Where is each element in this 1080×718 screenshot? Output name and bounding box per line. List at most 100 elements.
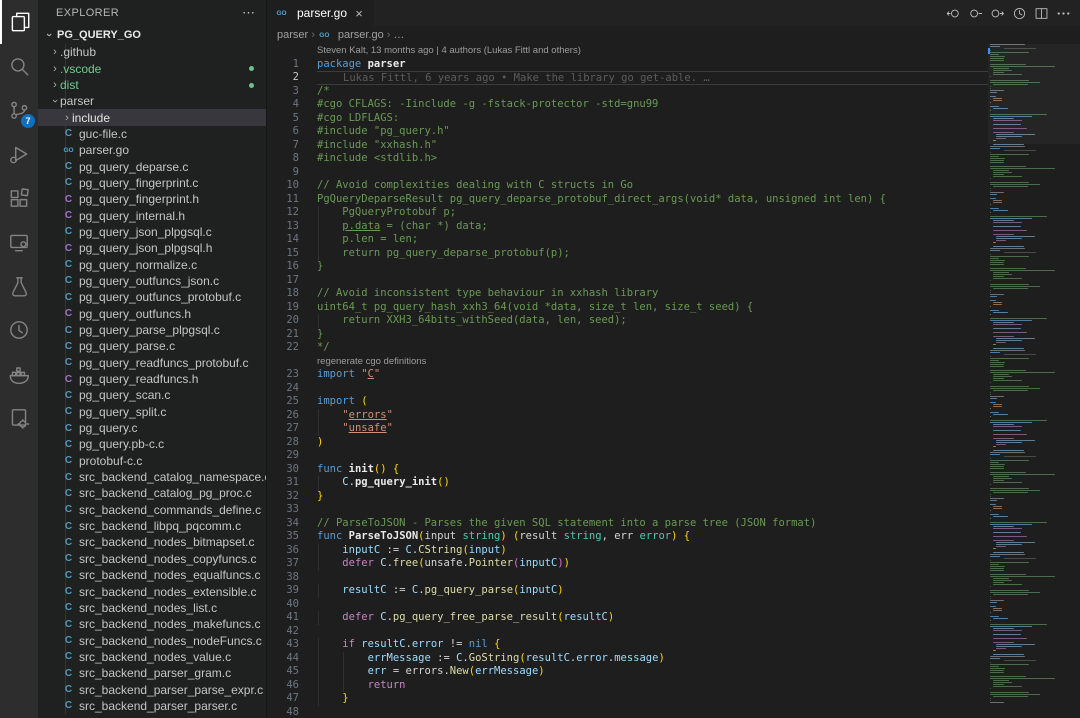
tree-file-src-backend-nodes-copyfuncs-c[interactable]: Csrc_backend_nodes_copyfuncs.c (38, 551, 266, 567)
gitlens-changes[interactable] (966, 4, 984, 22)
tree-file-src-backend-nodes-equalfuncs-c[interactable]: Csrc_backend_nodes_equalfuncs.c (38, 567, 266, 583)
code-line-20[interactable]: 20 return XXH3_64bits_withSeed(data, len… (267, 314, 988, 328)
tree-file-pg-query-json-plpgsql-c[interactable]: Cpg_query_json_plpgsql.c (38, 224, 266, 240)
code-line-46[interactable]: 46 return (267, 679, 988, 693)
code-line-23[interactable]: 23import "C" (267, 368, 988, 382)
code-line-12[interactable]: 12 PgQueryProtobuf p; (267, 206, 988, 220)
code-line-22[interactable]: 22*/ (267, 341, 988, 355)
tree-file-pg-query-readfuncs-protobuf-c[interactable]: Cpg_query_readfuncs_protobuf.c (38, 355, 266, 371)
code-line-42[interactable]: 42 (267, 625, 988, 639)
code-line-16[interactable]: 16} (267, 260, 988, 274)
tree-file-pg-query-fingerprint-c[interactable]: Cpg_query_fingerprint.c (38, 175, 266, 191)
breadcrumb-item-parser-go[interactable]: GOparser.go (318, 29, 384, 41)
tree-file-pg-query-internal-h[interactable]: Cpg_query_internal.h (38, 207, 266, 223)
activity-gitlens-icon[interactable] (0, 308, 38, 352)
activity-run-debug-icon[interactable] (0, 132, 38, 176)
code-line-33[interactable]: 33 (267, 503, 988, 517)
tree-file-src-backend-commands-define-c[interactable]: Csrc_backend_commands_define.c (38, 502, 266, 518)
code-line-13[interactable]: 13 p.data = (char *) data; (267, 220, 988, 234)
tree-file-pg-query-scan-c[interactable]: Cpg_query_scan.c (38, 387, 266, 403)
tree-file-protobuf-c-c[interactable]: Cprotobuf-c.c (38, 453, 266, 469)
tree-file-src-backend-nodes-makefuncs-c[interactable]: Csrc_backend_nodes_makefuncs.c (38, 616, 266, 632)
tree-file-src-backend-parser-parse-expr-c[interactable]: Csrc_backend_parser_parse_expr.c (38, 681, 266, 697)
tree-file-pg-query-outfuncs-json-c[interactable]: Cpg_query_outfuncs_json.c (38, 273, 266, 289)
code-line-29[interactable]: 29 (267, 449, 988, 463)
tree-folder-include[interactable]: ›include (38, 109, 266, 125)
code-line-15[interactable]: 15 return pg_query_deparse_protobuf(p); (267, 247, 988, 261)
activity-search-icon[interactable] (0, 44, 38, 88)
tree-root-pg-query-go[interactable]: › PG_QUERY_GO (38, 26, 266, 44)
tree-file-src-backend-nodes-nodefuncs-c[interactable]: Csrc_backend_nodes_nodeFuncs.c (38, 632, 266, 648)
tree-file-pg-query-pb-c-c[interactable]: Cpg_query.pb-c.c (38, 436, 266, 452)
code-line-36[interactable]: 36 inputC := C.CString(input) (267, 544, 988, 558)
code-line-21[interactable]: 21} (267, 328, 988, 342)
tree-file-pg-query-json-plpgsql-h[interactable]: Cpg_query_json_plpgsql.h (38, 240, 266, 256)
tree-file-pg-query-split-c[interactable]: Cpg_query_split.c (38, 404, 266, 420)
activity-explorer-icon[interactable] (0, 0, 38, 44)
code-line-4[interactable]: 4#cgo CFLAGS: -Iinclude -g -fstack-prote… (267, 98, 988, 112)
tree-file-pg-query-outfuncs-h[interactable]: Cpg_query_outfuncs.h (38, 306, 266, 322)
file-history-icon[interactable] (1010, 4, 1028, 22)
breadcrumb-item--[interactable]: … (393, 29, 404, 41)
code-line-1[interactable]: 1package parser (267, 58, 988, 72)
activity-testing-icon[interactable] (0, 264, 38, 308)
tree-file-src-backend-nodes-value-c[interactable]: Csrc_backend_nodes_value.c (38, 649, 266, 665)
tree-folder--github[interactable]: ›.github (38, 44, 266, 60)
code-line-44[interactable]: 44 errMessage := C.GoString(resultC.erro… (267, 652, 988, 666)
split-editor-icon[interactable] (1032, 4, 1050, 22)
code-line-25[interactable]: 25import ( (267, 395, 988, 409)
code-line-11[interactable]: 11PgQueryDeparseResult pg_query_deparse_… (267, 193, 988, 207)
tree-file-parser-go[interactable]: GOparser.go (38, 142, 266, 158)
gitlens-next-change[interactable] (988, 4, 1006, 22)
code-line-45[interactable]: 45 err = errors.New(errMessage) (267, 665, 988, 679)
code-line-5[interactable]: 5#cgo LDFLAGS: (267, 112, 988, 126)
code-lens-link[interactable]: Steven Kalt, 13 months ago | 4 authors (… (317, 45, 581, 56)
code-line-31[interactable]: 31 C.pg_query_init() (267, 476, 988, 490)
close-tab-icon[interactable]: × (352, 6, 366, 21)
tree-file-src-backend-catalog-pg-proc-c[interactable]: Csrc_backend_catalog_pg_proc.c (38, 485, 266, 501)
tree-file-pg-query-deparse-c[interactable]: Cpg_query_deparse.c (38, 158, 266, 174)
tree-folder--vscode[interactable]: ›.vscode (38, 60, 266, 76)
code-line-28[interactable]: 28) (267, 436, 988, 450)
tree-file-pg-query-parse-c[interactable]: Cpg_query_parse.c (38, 338, 266, 354)
tree-file-guc-file-c[interactable]: Cguc-file.c (38, 126, 266, 142)
code-line-40[interactable]: 40 (267, 598, 988, 612)
activity-docker-icon[interactable] (0, 352, 38, 396)
tree-file-src-backend-parser-gram-c[interactable]: Csrc_backend_parser_gram.c (38, 665, 266, 681)
code-line-30[interactable]: 30func init() { (267, 463, 988, 477)
code-line-3[interactable]: 3/* (267, 85, 988, 99)
code-line-6[interactable]: 6#include "pg_query.h" (267, 125, 988, 139)
tree-file-pg-query-readfuncs-h[interactable]: Cpg_query_readfuncs.h (38, 371, 266, 387)
code-line-37[interactable]: 37 defer C.free(unsafe.Pointer(inputC)) (267, 557, 988, 571)
code-line-8[interactable]: 8#include <stdlib.h> (267, 152, 988, 166)
code-line-9[interactable]: 9 (267, 166, 988, 180)
tree-file-pg-query-fingerprint-h[interactable]: Cpg_query_fingerprint.h (38, 191, 266, 207)
activity-remote-explorer-icon[interactable] (0, 220, 38, 264)
tree-file-pg-query-normalize-c[interactable]: Cpg_query_normalize.c (38, 256, 266, 272)
code-line-2[interactable]: 2Lukas Fittl, 6 years ago • Make the lib… (267, 71, 988, 85)
tree-folder-dist[interactable]: ›dist (38, 77, 266, 93)
code-line-41[interactable]: 41 defer C.pg_query_free_parse_result(re… (267, 611, 988, 625)
code-line-47[interactable]: 47 } (267, 692, 988, 706)
activity-extensions-icon[interactable] (0, 176, 38, 220)
code-line-18[interactable]: 18// Avoid inconsistent type behaviour i… (267, 287, 988, 301)
code-line-26[interactable]: 26 "errors" (267, 409, 988, 423)
breadcrumb-item-parser[interactable]: parser (277, 29, 308, 41)
tree-file-src-backend-parser-parser-c[interactable]: Csrc_backend_parser_parser.c (38, 698, 266, 714)
code-line-7[interactable]: 7#include "xxhash.h" (267, 139, 988, 153)
activity-containers-icon[interactable] (0, 396, 38, 440)
tree-file-pg-query-parse-plpgsql-c[interactable]: Cpg_query_parse_plpgsql.c (38, 322, 266, 338)
activity-source-control-icon[interactable]: 7 (0, 88, 38, 132)
code-editor[interactable]: Steven Kalt, 13 months ago | 4 authors (… (267, 44, 1080, 718)
tree-file-pg-query-outfuncs-protobuf-c[interactable]: Cpg_query_outfuncs_protobuf.c (38, 289, 266, 305)
code-line-14[interactable]: 14 p.len = len; (267, 233, 988, 247)
tree-folder-parser[interactable]: ›parser (38, 93, 266, 109)
code-line-43[interactable]: 43 if resultC.error != nil { (267, 638, 988, 652)
sidebar-more-actions-icon[interactable]: ⋯ (242, 5, 256, 21)
code-lens-row[interactable]: Steven Kalt, 13 months ago | 4 authors (… (267, 44, 988, 58)
tree-file-src-backend-nodes-extensible-c[interactable]: Csrc_backend_nodes_extensible.c (38, 583, 266, 599)
tree-file-src-backend-catalog-namespace-c[interactable]: Csrc_backend_catalog_namespace.c (38, 469, 266, 485)
gitlens-prev-change[interactable] (944, 4, 962, 22)
tree-file-pg-query-c[interactable]: Cpg_query.c (38, 420, 266, 436)
code-line-32[interactable]: 32} (267, 490, 988, 504)
